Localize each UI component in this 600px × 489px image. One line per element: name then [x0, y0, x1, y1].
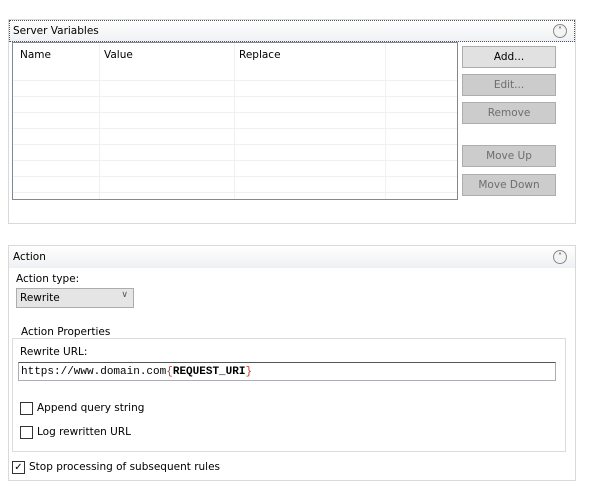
- stop-processing-label[interactable]: Stop processing of subsequent rules: [29, 461, 220, 473]
- column-header-value[interactable]: Value: [104, 49, 133, 61]
- chevron-down-icon: ∨: [121, 290, 128, 300]
- collapse-chevron-up-icon[interactable]: ˄: [553, 250, 567, 264]
- append-query-string-label[interactable]: Append query string: [37, 402, 144, 414]
- add-button[interactable]: Add...: [462, 46, 556, 68]
- log-rewritten-url-checkbox[interactable]: [20, 426, 33, 439]
- rewrite-url-label: Rewrite URL:: [20, 346, 88, 358]
- edit-button[interactable]: Edit...: [462, 74, 556, 96]
- column-header-replace[interactable]: Replace: [239, 49, 281, 61]
- server-variables-table[interactable]: Name Value Replace: [12, 42, 458, 200]
- append-query-string-checkbox[interactable]: [20, 402, 33, 415]
- move-down-button[interactable]: Move Down: [462, 174, 556, 196]
- checkmark-icon: ✓: [14, 462, 23, 473]
- stop-processing-checkbox[interactable]: ✓: [12, 461, 25, 474]
- rewrite-url-input[interactable]: https://www.domain.com{REQUEST_URI}: [18, 362, 556, 381]
- rewrite-url-variable: REQUEST_URI: [172, 366, 246, 378]
- remove-button[interactable]: Remove: [462, 102, 556, 124]
- move-up-button[interactable]: Move Up: [462, 145, 556, 167]
- rewrite-url-prefix: https://www.domain.com: [21, 366, 167, 378]
- action-header[interactable]: Action ˄: [9, 246, 575, 268]
- log-rewritten-url-label[interactable]: Log rewritten URL: [37, 426, 131, 438]
- action-type-value: Rewrite: [20, 292, 60, 304]
- action-properties-legend: Action Properties: [19, 326, 113, 338]
- collapse-chevron-up-icon[interactable]: ˄: [553, 24, 567, 38]
- rewrite-url-brace-open: {: [166, 366, 173, 378]
- action-type-select[interactable]: Rewrite ∨: [16, 288, 134, 308]
- server-variables-title: Server Variables: [13, 25, 99, 37]
- rewrite-url-brace-close: }: [245, 366, 253, 378]
- action-type-label: Action type:: [16, 273, 80, 285]
- action-title: Action: [13, 251, 46, 263]
- column-header-name[interactable]: Name: [20, 49, 51, 61]
- server-variables-header[interactable]: Server Variables ˄: [9, 20, 575, 42]
